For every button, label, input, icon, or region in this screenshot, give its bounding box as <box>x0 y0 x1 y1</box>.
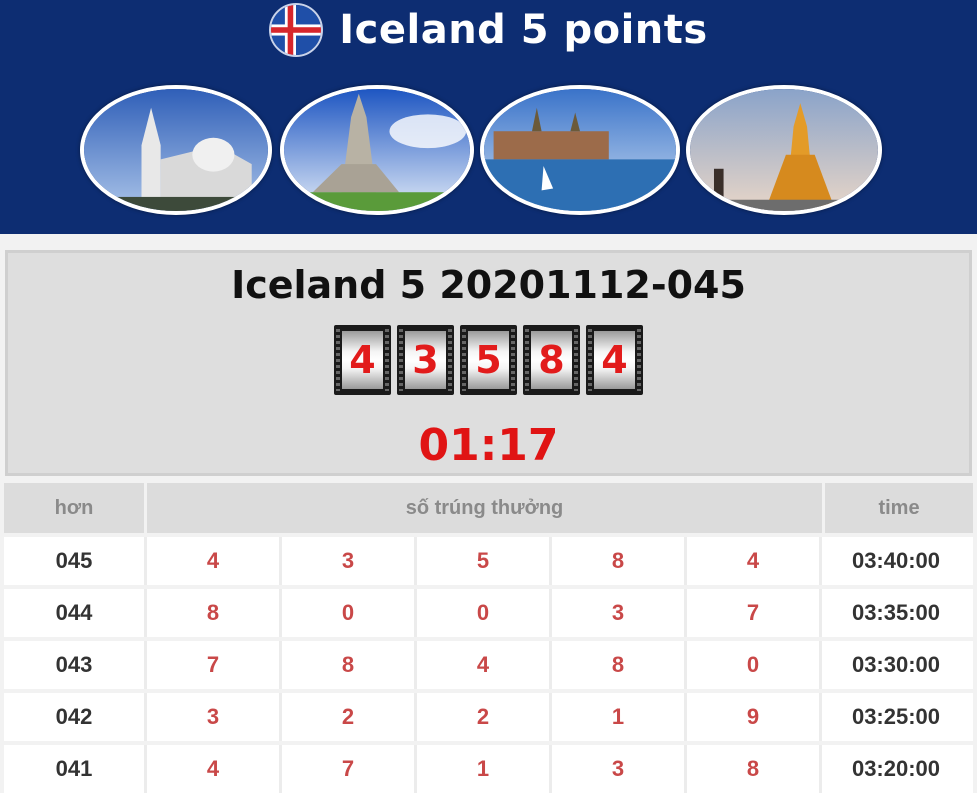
number-cell: 3 <box>147 693 282 741</box>
number-cell: 4 <box>147 745 282 793</box>
page-title: Iceland 5 points <box>339 7 708 53</box>
number-cell: 3 <box>552 589 687 637</box>
time-cell: 03:30:00 <box>851 652 941 677</box>
header-numbers: số trúng thưởng <box>147 483 825 533</box>
title-row: Iceland 5 points <box>0 2 977 58</box>
reel-digit: 3 <box>405 331 446 389</box>
number-cell: 8 <box>282 641 417 689</box>
reel-4: 8 <box>523 325 580 395</box>
header-time: time <box>878 496 920 519</box>
number-cell: 7 <box>282 745 417 793</box>
issue-cell: 042 <box>4 693 147 741</box>
table-row[interactable]: 041 4 7 1 3 8 03:20:00 <box>4 741 973 793</box>
reel-2: 3 <box>397 325 454 395</box>
golden-tower-photo <box>686 85 882 215</box>
number-cell: 4 <box>417 641 552 689</box>
number-cell: 1 <box>417 745 552 793</box>
time-cell: 03:25:00 <box>851 704 941 729</box>
reel-digit: 4 <box>594 331 635 389</box>
number-cell: 7 <box>687 589 822 637</box>
table-row[interactable]: 042 3 2 2 1 9 03:25:00 <box>4 689 973 741</box>
time-cell: 03:20:00 <box>851 756 941 781</box>
header-issue: hơn <box>4 483 147 533</box>
number-cell: 2 <box>282 693 417 741</box>
reel-digit: 5 <box>468 331 509 389</box>
draw-title: Iceland 5 20201112-045 <box>231 263 746 307</box>
reel-digit: 8 <box>531 331 572 389</box>
reel-5: 4 <box>586 325 643 395</box>
issue-cell: 043 <box>4 641 147 689</box>
table-row[interactable]: 043 7 8 4 8 0 03:30:00 <box>4 637 973 689</box>
number-cell: 3 <box>282 537 417 585</box>
reel-3: 5 <box>460 325 517 395</box>
number-cell: 0 <box>417 589 552 637</box>
iceland-flag-icon <box>269 3 324 57</box>
number-cell: 4 <box>147 537 282 585</box>
issue-cell: 044 <box>4 589 147 637</box>
reel-1: 4 <box>334 325 391 395</box>
table-header: hơn số trúng thưởng time <box>4 483 973 533</box>
time-cell: 03:40:00 <box>851 548 941 573</box>
castle-harbor-photo <box>480 85 680 215</box>
table-row[interactable]: 045 4 3 5 8 4 03:40:00 <box>4 533 973 585</box>
church-photo <box>80 85 272 215</box>
number-cell: 8 <box>147 589 282 637</box>
issue-cell: 045 <box>4 537 147 585</box>
reel-digit: 4 <box>342 331 383 389</box>
hallgrimskirkja-photo <box>280 85 474 215</box>
number-cell: 8 <box>552 641 687 689</box>
table-row[interactable]: 044 8 0 0 3 7 03:35:00 <box>4 585 973 637</box>
number-cell: 1 <box>552 693 687 741</box>
number-cell: 5 <box>417 537 552 585</box>
current-draw-panel: Iceland 5 20201112-045 4 3 5 8 4 01:17 <box>5 250 972 476</box>
number-cell: 0 <box>282 589 417 637</box>
number-cell: 2 <box>417 693 552 741</box>
time-cell: 03:35:00 <box>851 600 941 625</box>
page-header: Iceland 5 points <box>0 0 977 234</box>
number-cell: 7 <box>147 641 282 689</box>
number-cell: 9 <box>687 693 822 741</box>
results-table: hơn số trúng thưởng time 045 4 3 5 8 4 0… <box>4 483 973 793</box>
number-cell: 8 <box>552 537 687 585</box>
result-reels: 4 3 5 8 4 <box>8 325 969 395</box>
number-cell: 3 <box>552 745 687 793</box>
countdown-timer: 01:17 <box>418 420 559 471</box>
issue-cell: 041 <box>4 745 147 793</box>
number-cell: 8 <box>687 745 822 793</box>
number-cell: 4 <box>687 537 822 585</box>
number-cell: 0 <box>687 641 822 689</box>
